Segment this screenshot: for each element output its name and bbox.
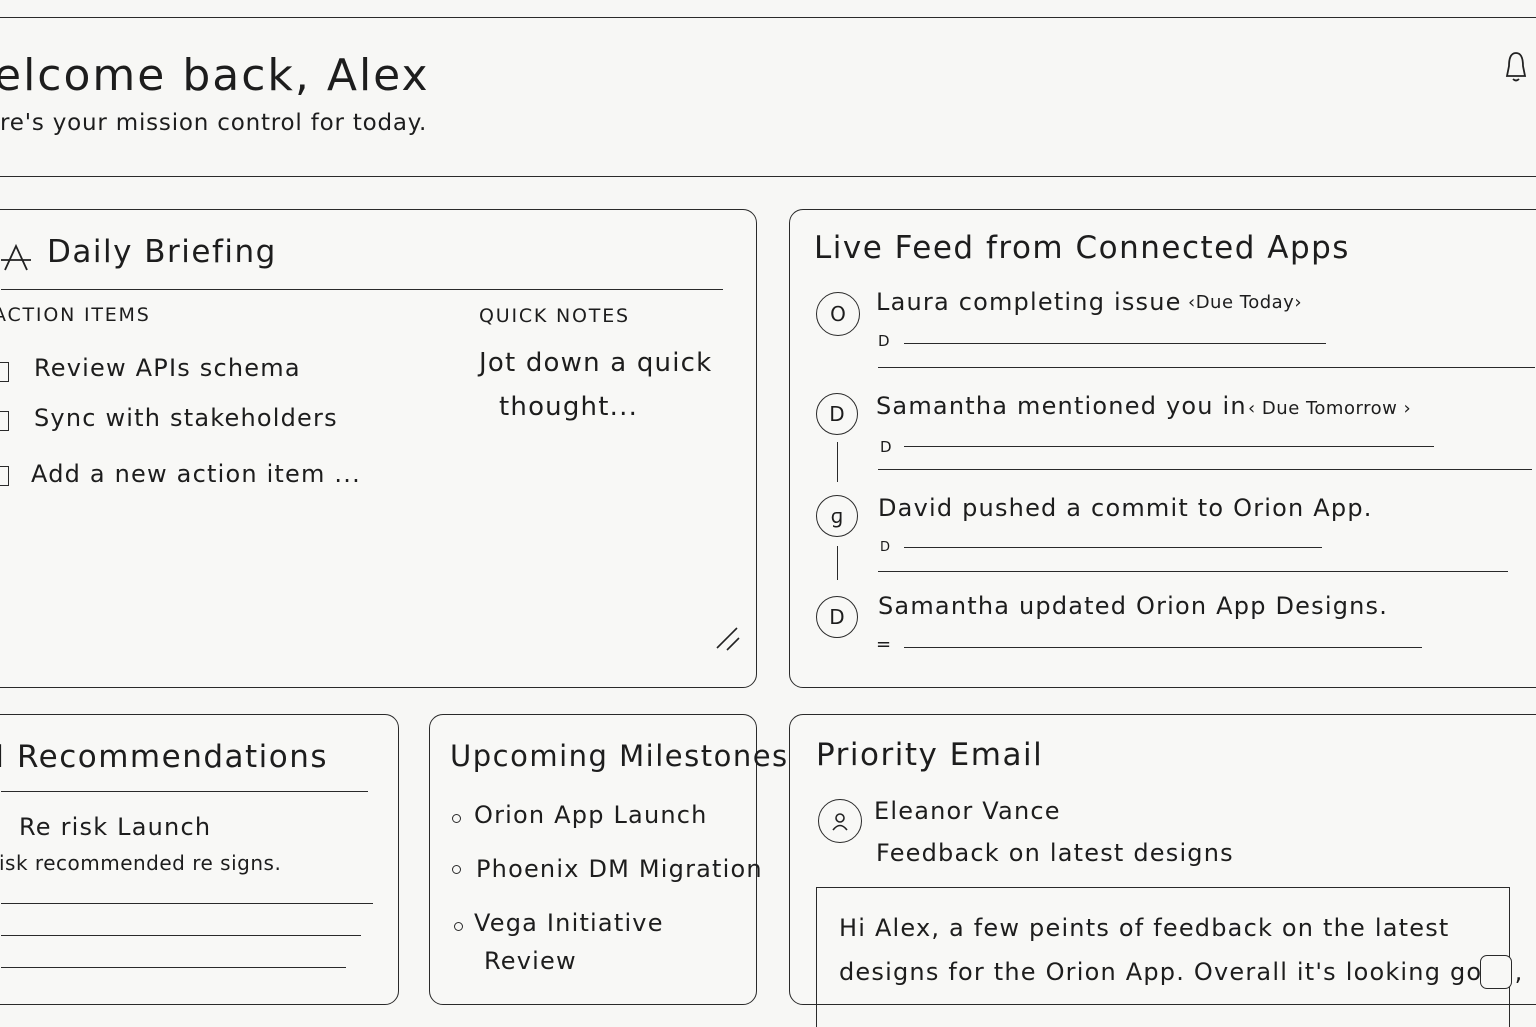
feed-avatar: ɡ — [816, 495, 858, 537]
milestone-bullet — [452, 865, 461, 874]
email-sender: Eleanor Vance — [874, 797, 1061, 825]
feed-title: Live Feed from Connected Apps — [814, 230, 1350, 266]
live-feed-card: Live Feed from Connected Apps O Laura co… — [789, 209, 1536, 688]
milestone-label: Phoenix DM Migration — [476, 855, 763, 883]
milestones-title: Upcoming Milestones — [450, 739, 789, 773]
milestone-label-cont: Review — [484, 947, 577, 975]
ai-title-rule — [1, 791, 368, 792]
email-preview[interactable]: Hi Alex, a few peints of feedback on the… — [816, 887, 1522, 1027]
briefing-icon — [0, 242, 33, 276]
milestone-bullet — [454, 922, 463, 931]
email-title: Priority Email — [816, 737, 1044, 773]
feed-item-tag: ‹Due Today› — [1188, 292, 1303, 313]
action-item-checkbox[interactable] — [0, 411, 9, 431]
action-item-label: Sync with stakeholders — [34, 404, 338, 432]
bell-icon[interactable] — [1503, 50, 1529, 84]
feed-item-text: David pushed a commit to Orion App. — [878, 494, 1373, 522]
action-items-label: ACTION ITEMS — [0, 304, 151, 326]
reply-button[interactable] — [1480, 955, 1512, 989]
feed-item-meta: = — [876, 634, 892, 655]
quick-notes-input[interactable]: Jot down a quick — [479, 348, 712, 378]
feed-avatar: D — [816, 393, 858, 435]
quick-notes-label: QUICK NOTES — [479, 305, 630, 327]
milestone-label: Vega Initiative — [474, 909, 664, 937]
feed-item-meta: D — [880, 540, 891, 555]
feed-item-meta-line — [904, 547, 1322, 548]
header-bottom-rule — [0, 176, 1536, 177]
milestone-bullet — [452, 814, 461, 823]
ai-recommendations-card: I Recommendations Re risk Launch isk rec… — [0, 714, 399, 1005]
add-action-item-input[interactable]: Add a new action item ... — [31, 460, 361, 488]
ai-recommendation-detail: isk recommended re signs. — [0, 851, 282, 875]
milestone-label: Orion App Launch — [474, 801, 708, 829]
action-item-checkbox[interactable] — [0, 362, 9, 382]
upcoming-milestones-card: Upcoming Milestones Orion App Launch Pho… — [429, 714, 787, 1005]
ai-rule — [1, 903, 373, 904]
feed-item-divider — [878, 571, 1508, 572]
email-body-line: designs for the Orion App. Overall it's … — [839, 958, 1524, 986]
feed-item-divider — [878, 367, 1535, 368]
page-title: elcome back, Alex — [0, 50, 430, 101]
quick-notes-input-line2[interactable]: thought... — [499, 392, 638, 422]
feed-item-meta-line — [904, 446, 1434, 447]
feed-timeline — [837, 546, 838, 580]
ai-rule — [1, 967, 346, 968]
feed-item-meta: D — [878, 332, 891, 350]
feed-avatar: O — [816, 292, 860, 336]
feed-item-meta: D — [880, 438, 893, 456]
sender-avatar — [818, 799, 862, 843]
ai-rule — [1, 935, 361, 936]
resize-handle-icon[interactable] — [715, 626, 741, 652]
header-top-rule — [0, 17, 1536, 18]
feed-item-divider — [878, 469, 1532, 470]
briefing-title: Daily Briefing — [47, 234, 277, 270]
page-subtitle: re's your mission control for today. — [0, 110, 428, 136]
feed-avatar: D — [816, 596, 858, 638]
feed-item-meta-line — [904, 647, 1422, 648]
feed-item-text: Samantha updated Orion App Designs. — [878, 592, 1389, 620]
email-subject[interactable]: Feedback on latest designs — [876, 839, 1234, 867]
ai-title: I Recommendations — [0, 739, 329, 775]
feed-item-text: Samantha mentioned you in — [876, 392, 1247, 420]
add-item-checkbox — [0, 466, 9, 486]
ai-recommendation-title[interactable]: Re risk Launch — [19, 813, 211, 841]
daily-briefing-card: Daily Briefing ACTION ITEMS QUICK NOTES … — [0, 209, 757, 688]
feed-item-tag: ‹ Due Tomorrow › — [1248, 398, 1412, 419]
person-icon — [832, 813, 848, 831]
briefing-title-rule — [1, 289, 723, 290]
action-item-label: Review APIs schema — [34, 354, 301, 382]
feed-item-meta-line — [904, 343, 1326, 344]
priority-email-card: Priority Email Eleanor Vance Feedback on… — [789, 714, 1536, 1027]
feed-item-text: Laura completing issue — [876, 288, 1182, 316]
email-body-line: Hi Alex, a few peints of feedback on the… — [839, 914, 1450, 942]
feed-timeline — [837, 442, 838, 482]
